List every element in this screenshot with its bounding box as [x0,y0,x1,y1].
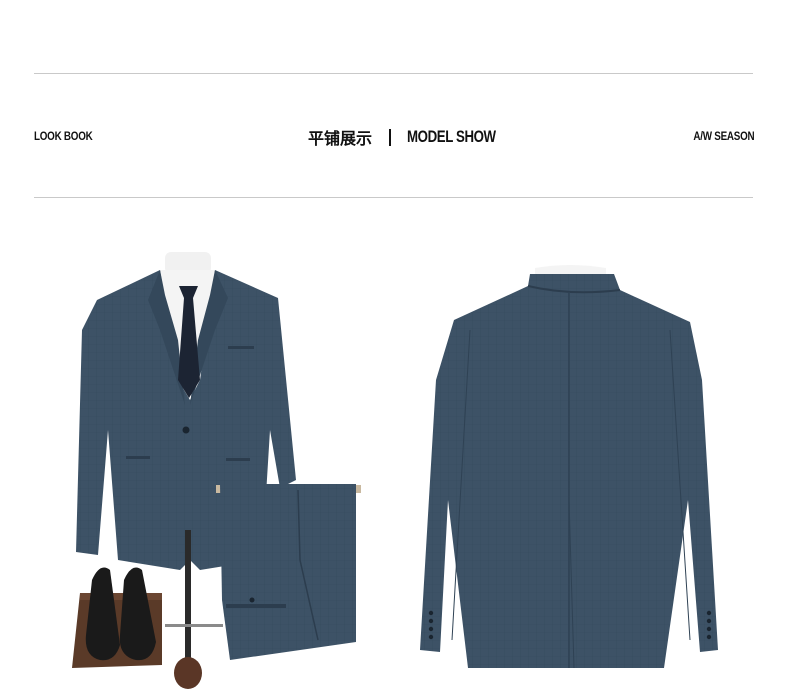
front-suit-image [72,252,361,689]
product-illustration [72,252,718,689]
left-shoe-shape [85,567,120,661]
back-suit-image [420,265,718,669]
